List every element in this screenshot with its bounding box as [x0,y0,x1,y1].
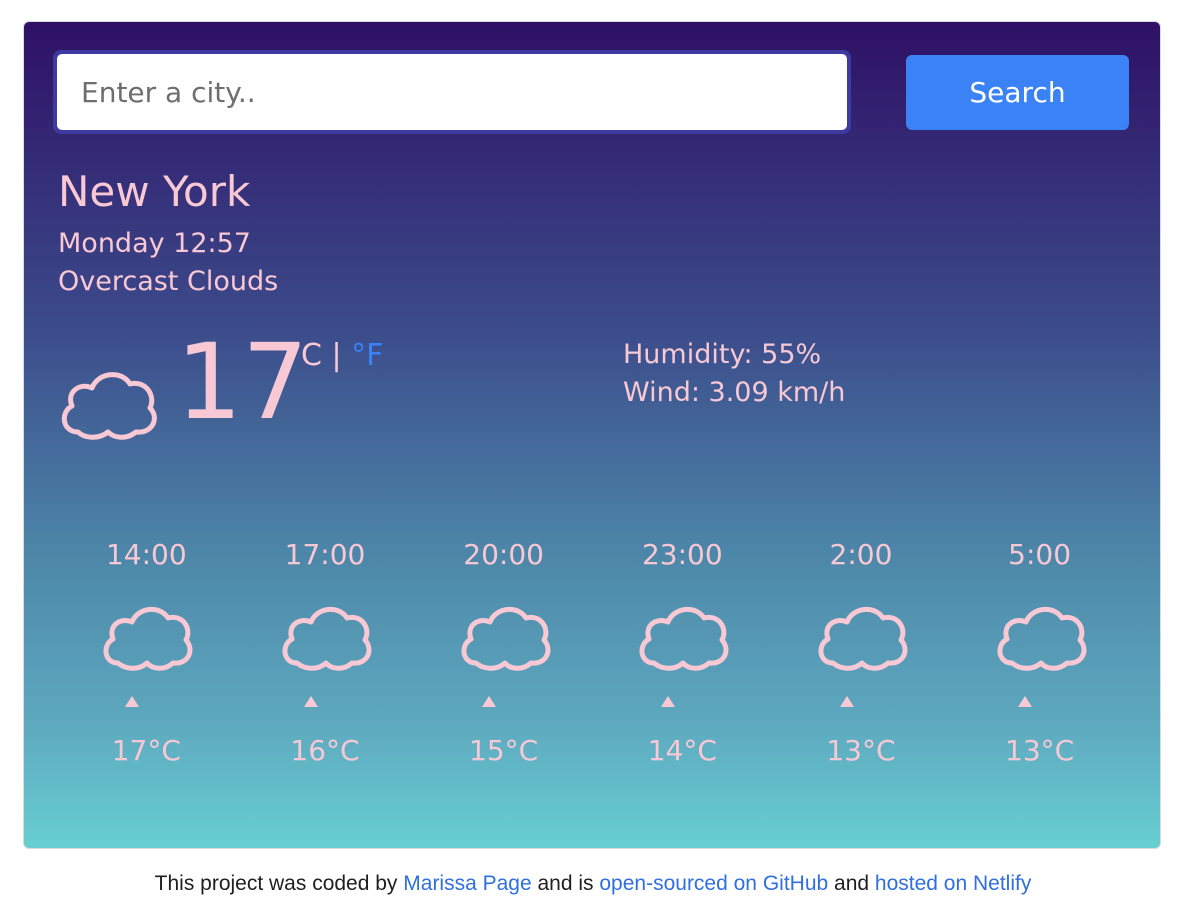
cloud-icon [103,607,193,671]
forecast-temp: 15°C [469,734,539,767]
current-datetime: Monday 12:57 [58,228,251,259]
footer: This project was coded by Marissa Page a… [0,872,1186,896]
search-field-wrapper [53,50,851,134]
weather-card: Search New York Monday 12:57 Overcast Cl… [23,21,1161,849]
cloud-icon [282,607,372,671]
drop-icon [660,696,675,707]
humidity-text: Humidity: 55% [623,339,822,370]
unit-toggle: °C | °F [286,338,383,373]
forecast-temp: 16°C [290,734,360,767]
weather-description: Overcast Clouds [58,266,279,297]
unit-separator: | [321,338,352,373]
forecast-item: 5:00 13°C [950,538,1129,788]
city-search-input[interactable] [57,54,847,130]
drop-icon [839,696,854,707]
forecast-time: 5:00 [1008,538,1072,571]
cloud-icon [61,372,157,440]
weather-stats: Humidity: 55% Wind: 3.09 km/h [623,336,845,412]
forecast-item: 23:00 14°C [593,538,772,788]
forecast-temp: 13°C [1005,734,1075,767]
cloud-icon [461,607,551,671]
forecast-time: 2:00 [829,538,893,571]
drop-icon [125,696,139,707]
forecast-item: 17:00 16°C [236,538,415,788]
cloud-icon [818,607,908,671]
forecast-temp: 14°C [647,734,717,767]
forecast-temp: 17°C [111,734,181,767]
cloud-icon [639,607,729,671]
unit-celsius[interactable]: °C [286,338,322,373]
search-button[interactable]: Search [906,55,1129,130]
footer-text: and [828,872,875,895]
drop-icon [1018,696,1033,707]
forecast-row: 14:00 17°C 17:00 16°C 20:00 15°C 23:00 1… [57,538,1129,788]
forecast-temp: 13°C [826,734,896,767]
drop-icon [303,696,318,707]
forecast-time: 17:00 [284,538,366,571]
author-link[interactable]: Marissa Page [403,872,531,895]
unit-fahrenheit-link[interactable]: °F [351,338,383,373]
wind-text: Wind: 3.09 km/h [623,377,846,408]
cloud-icon [997,607,1086,671]
footer-text: and is [531,872,600,895]
github-link[interactable]: open-sourced on GitHub [599,872,828,895]
footer-text: This project was coded by [154,872,404,895]
forecast-time: 23:00 [641,538,723,571]
forecast-item: 20:00 15°C [414,538,593,788]
drop-icon [482,696,497,707]
forecast-item: 2:00 13°C [772,538,951,788]
forecast-time: 20:00 [463,538,544,571]
forecast-item: 14:00 17°C [57,538,236,788]
forecast-time: 14:00 [105,538,187,571]
netlify-link[interactable]: hosted on Netlify [875,872,1031,895]
city-name: New York [58,167,251,216]
